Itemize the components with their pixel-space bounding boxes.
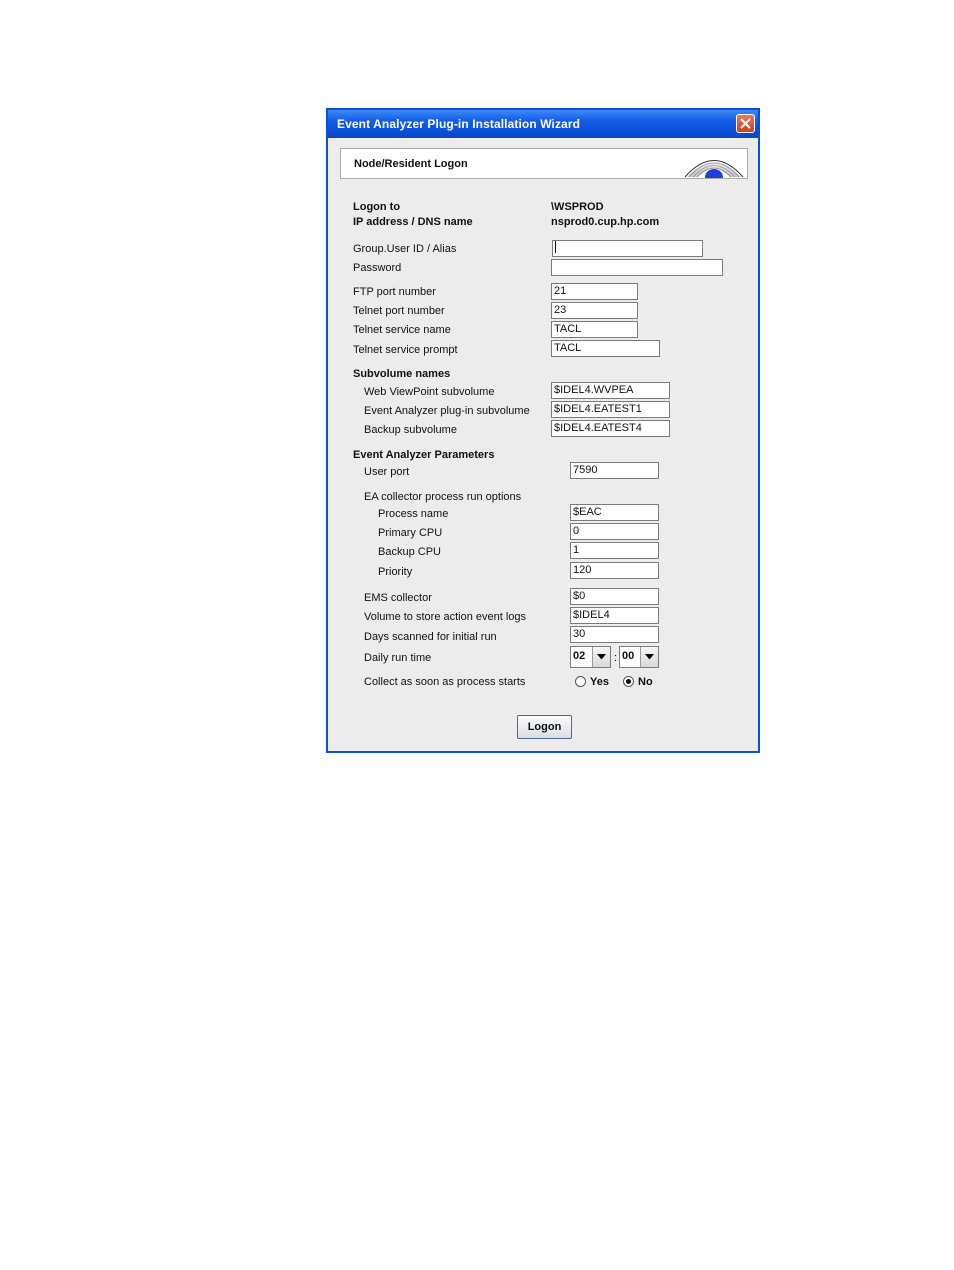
hp-logo-icon [684, 160, 744, 178]
params-heading: Event Analyzer Parameters [353, 449, 495, 461]
backup-subvolume-input[interactable]: $IDEL4.EATEST4 [551, 420, 670, 437]
telnet-service-name-input[interactable]: TACL [551, 321, 638, 338]
text-caret [555, 241, 556, 254]
run-time-minute-select[interactable]: 00 [619, 646, 659, 668]
time-separator: : [614, 652, 618, 664]
collect-on-start-label: Collect as soon as process starts [364, 676, 526, 688]
collect-no-radio[interactable] [623, 676, 634, 687]
telnet-port-input[interactable]: 23 [551, 302, 638, 319]
webvp-subvolume-input[interactable]: $IDEL4.WVPEA [551, 382, 670, 399]
volume-input[interactable]: $IDEL4 [570, 607, 659, 624]
collect-yes-label[interactable]: Yes [590, 676, 609, 688]
logon-button[interactable]: Logon [517, 715, 572, 739]
days-scanned-input[interactable]: 30 [570, 626, 659, 643]
collector-options-heading: EA collector process run options [364, 491, 522, 503]
password-input[interactable] [551, 259, 723, 276]
process-name-input[interactable]: $EAC [570, 504, 659, 521]
chevron-down-icon [645, 654, 654, 660]
collect-yes-radio[interactable] [575, 676, 586, 687]
close-icon [740, 118, 751, 129]
plugin-subvolume-label: Event Analyzer plug-in subvolume [364, 405, 530, 417]
backup-subvolume-label: Backup subvolume [364, 424, 457, 436]
backup-cpu-input[interactable]: 1 [570, 542, 659, 559]
telnet-service-prompt-input[interactable]: TACL [551, 340, 660, 357]
ftp-port-input[interactable]: 21 [551, 283, 638, 300]
run-time-hour-value: 02 [573, 650, 586, 662]
window-title: Event Analyzer Plug-in Installation Wiza… [337, 117, 581, 131]
backup-cpu-label: Backup CPU [378, 546, 441, 558]
close-button[interactable] [736, 114, 755, 133]
days-scanned-label: Days scanned for initial run [364, 631, 497, 643]
ems-collector-label: EMS collector [364, 592, 432, 604]
ems-collector-input[interactable]: $0 [570, 588, 659, 605]
telnet-service-name-label: Telnet service name [353, 324, 451, 336]
ftp-port-label: FTP port number [353, 286, 436, 298]
password-label: Password [353, 262, 402, 274]
priority-label: Priority [378, 566, 413, 578]
hour-dropdown-button[interactable] [592, 647, 610, 667]
primary-cpu-label: Primary CPU [378, 527, 443, 539]
user-id-label: Group.User ID / Alias [353, 243, 457, 255]
wizard-dialog: Event Analyzer Plug-in Installation Wiza… [326, 108, 760, 753]
title-bar[interactable]: Event Analyzer Plug-in Installation Wiza… [328, 110, 758, 138]
ip-value: nsprod0.cup.hp.com [551, 216, 660, 228]
user-id-input[interactable] [552, 240, 703, 257]
priority-input[interactable]: 120 [570, 562, 659, 579]
chevron-down-icon [597, 654, 606, 660]
run-time-minute-value: 00 [622, 650, 635, 662]
subvolume-heading: Subvolume names [353, 368, 451, 380]
plugin-subvolume-input[interactable]: $IDEL4.EATEST1 [551, 401, 670, 418]
telnet-port-label: Telnet port number [353, 305, 445, 317]
ip-label: IP address / DNS name [353, 216, 473, 228]
primary-cpu-input[interactable]: 0 [570, 523, 659, 540]
volume-label: Volume to store action event logs [364, 611, 527, 623]
minute-dropdown-button[interactable] [640, 647, 658, 667]
telnet-service-prompt-label: Telnet service prompt [353, 344, 458, 356]
process-name-label: Process name [378, 508, 449, 520]
user-port-label: User port [364, 466, 410, 478]
page-title: Node/Resident Logon [354, 158, 468, 170]
user-port-input[interactable]: 7590 [570, 462, 659, 479]
header-panel: Node/Resident Logon [340, 148, 748, 179]
collect-no-label[interactable]: No [638, 676, 653, 688]
daily-run-time-label: Daily run time [364, 652, 432, 664]
logon-to-value: \WSPROD [551, 201, 604, 213]
webvp-subvolume-label: Web ViewPoint subvolume [364, 386, 495, 398]
run-time-hour-select[interactable]: 02 [570, 646, 611, 668]
logon-to-label: Logon to [353, 201, 401, 213]
